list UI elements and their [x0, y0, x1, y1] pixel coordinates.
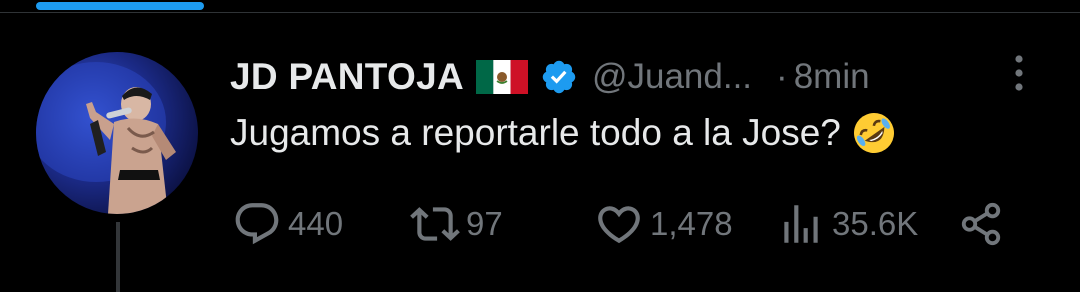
- retweet-button[interactable]: 97: [410, 198, 503, 250]
- reply-icon: [235, 203, 279, 245]
- user-handle[interactable]: @Juand...: [592, 57, 752, 97]
- views-button[interactable]: 35.6K: [776, 198, 918, 250]
- tweet-header: JD PANTOJA @Juand... · 8min: [230, 52, 870, 102]
- top-divider: [0, 12, 1080, 13]
- heart-icon: [598, 206, 640, 244]
- retweet-icon: [410, 207, 460, 241]
- like-button[interactable]: 1,478: [594, 198, 733, 250]
- share-icon: [961, 202, 1001, 246]
- reply-button[interactable]: 440: [232, 198, 343, 250]
- tweet-actions: 440 97 1,478 35.6K: [232, 198, 1012, 250]
- avatar-image: [36, 62, 176, 214]
- views-count: 35.6K: [832, 205, 919, 242]
- more-vertical-icon: [1015, 55, 1023, 91]
- avatar[interactable]: [36, 52, 198, 214]
- retweet-count: 97: [466, 205, 503, 242]
- more-options-button[interactable]: [1008, 52, 1030, 98]
- display-name[interactable]: JD PANTOJA: [230, 56, 464, 98]
- reply-count: 440: [288, 205, 344, 242]
- timestamp[interactable]: 8min: [794, 57, 870, 97]
- mexico-flag-icon: [475, 60, 528, 94]
- tab-indicator: [36, 2, 204, 10]
- share-button[interactable]: [958, 198, 1004, 250]
- rolling-laughing-emoji-icon: [851, 110, 897, 156]
- analytics-icon: [784, 205, 818, 243]
- tweet-body: Jugamos a reportarle todo a la Jose?: [230, 110, 897, 156]
- separator-dot: ·: [776, 57, 788, 96]
- verified-badge-icon[interactable]: [540, 58, 578, 96]
- tweet-text: Jugamos a reportarle todo a la Jose?: [230, 112, 841, 153]
- like-count: 1,478: [650, 205, 733, 242]
- thread-line: [116, 222, 120, 292]
